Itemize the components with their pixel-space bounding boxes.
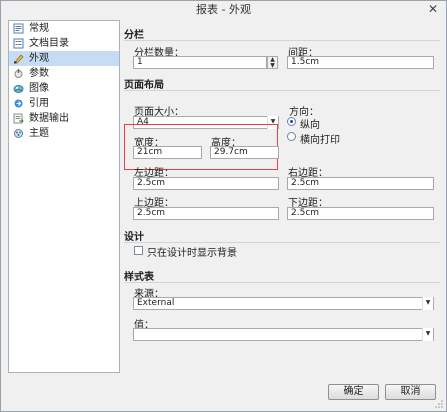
- stylesheet-section-title: 样式表: [124, 272, 154, 283]
- divider: [124, 90, 440, 91]
- tree-item-data-output[interactable]: 数据输出: [9, 111, 119, 126]
- resize-grip-icon[interactable]: [434, 399, 444, 409]
- tree-item-label: 数据输出: [29, 113, 69, 124]
- page-height-input[interactable]: 29.7cm: [210, 146, 279, 159]
- divider: [124, 40, 440, 41]
- show-background-label: 只在设计时显示背景: [147, 248, 237, 259]
- chevron-down-icon[interactable]: ▼: [422, 297, 433, 310]
- tree-item-label: 主题: [29, 128, 49, 139]
- stylesheet-source-select[interactable]: External: [133, 297, 434, 310]
- tree-item-theme[interactable]: 主题: [9, 126, 119, 141]
- report-appearance-dialog: 报表 - 外观 ✕ 常规 文档目录 外观 参数 图像 引用 数据输出 主题 分栏…: [0, 0, 447, 412]
- tree-item-label: 参数: [29, 68, 49, 79]
- tree-item-image[interactable]: 图像: [9, 81, 119, 96]
- tree-item-label: 常规: [29, 23, 49, 34]
- tree-item-appearance[interactable]: 外观: [9, 51, 119, 66]
- cancel-button[interactable]: 取消: [385, 384, 436, 400]
- top-margin-input[interactable]: 2.5cm: [133, 207, 279, 220]
- column-count-input[interactable]: 1: [133, 56, 267, 69]
- appearance-icon: [14, 54, 24, 64]
- general-icon: [13, 23, 24, 34]
- tree-item-label: 文档目录: [29, 38, 69, 49]
- tree-item-reference[interactable]: 引用: [9, 96, 119, 111]
- parameters-icon: [14, 69, 23, 78]
- tree-item-toc[interactable]: 文档目录: [9, 36, 119, 51]
- divider: [124, 282, 440, 283]
- settings-panel: 分栏 分栏数量： 1 ▲ ▼ 间距： 1.5cm 页面布局 页面大小： A4 ▼…: [121, 20, 442, 373]
- page-width-input[interactable]: 21cm: [133, 146, 202, 159]
- spin-down-icon[interactable]: ▼: [268, 62, 277, 69]
- page-layout-section-title: 页面布局: [124, 80, 164, 91]
- left-margin-input[interactable]: 2.5cm: [133, 177, 279, 190]
- bottom-margin-input[interactable]: 2.5cm: [287, 207, 434, 220]
- column-count-stepper[interactable]: ▲ ▼: [267, 56, 278, 69]
- close-icon[interactable]: ✕: [426, 2, 440, 16]
- right-margin-input[interactable]: 2.5cm: [287, 177, 434, 190]
- theme-icon: [14, 129, 23, 138]
- portrait-radio[interactable]: [287, 117, 296, 126]
- tree-item-parameters[interactable]: 参数: [9, 66, 119, 81]
- image-icon: [13, 85, 24, 93]
- divider: [124, 242, 440, 243]
- show-background-checkbox[interactable]: [134, 246, 143, 255]
- landscape-label: 横向打印: [300, 135, 340, 146]
- tree-item-label: 图像: [29, 83, 49, 94]
- portrait-label: 纵向: [300, 120, 320, 131]
- reference-icon: [14, 99, 23, 108]
- landscape-radio[interactable]: [287, 132, 296, 141]
- stylesheet-value-select[interactable]: [133, 328, 434, 341]
- design-section-title: 设计: [124, 232, 144, 243]
- tree-item-label: 外观: [29, 53, 49, 64]
- chevron-down-icon[interactable]: ▼: [422, 328, 433, 341]
- toc-icon: [13, 38, 24, 49]
- columns-section-title: 分栏: [124, 30, 144, 41]
- dialog-title: 报表 - 外观: [196, 3, 251, 16]
- column-spacing-input[interactable]: 1.5cm: [287, 56, 434, 69]
- tree-item-general[interactable]: 常规: [9, 21, 119, 36]
- category-tree: 常规 文档目录 外观 参数 图像 引用 数据输出 主题: [8, 20, 120, 373]
- ok-button[interactable]: 确定: [328, 384, 379, 400]
- data-output-icon: [13, 113, 24, 124]
- title-bar: 报表 - 外观 ✕: [1, 1, 446, 19]
- tree-item-label: 引用: [29, 98, 49, 109]
